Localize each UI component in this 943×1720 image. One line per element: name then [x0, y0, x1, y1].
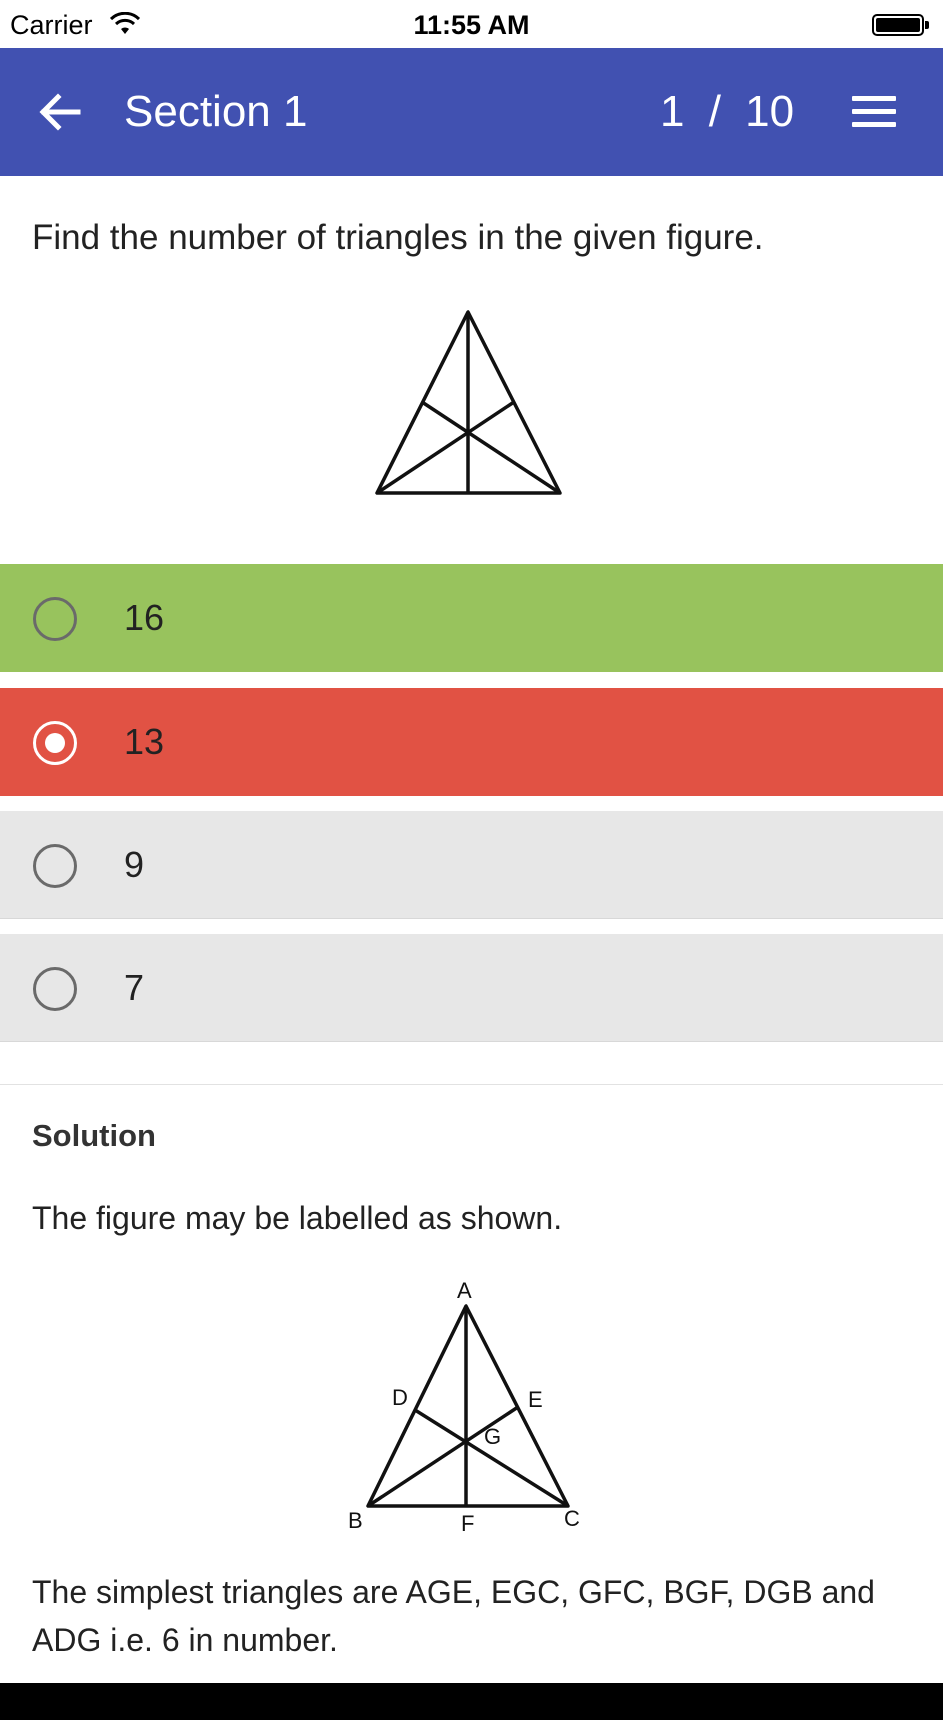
hamburger-menu-icon[interactable]	[852, 96, 898, 130]
label-g: G	[484, 1424, 501, 1449]
radio-button[interactable]	[33, 597, 77, 641]
battery-icon	[872, 14, 924, 36]
label-f: F	[461, 1511, 474, 1536]
option-label: 13	[124, 721, 165, 762]
divider	[0, 1084, 943, 1085]
labelled-triangle-figure: A D E G B F C	[348, 1278, 580, 1536]
page-title: Section 1	[124, 87, 308, 136]
arrow-left-icon[interactable]	[34, 86, 86, 138]
solution-heading: Solution	[32, 1118, 156, 1153]
question-counter: 1 / 10	[660, 87, 795, 136]
option-4[interactable]: 7	[0, 934, 943, 1042]
option-1[interactable]: 16	[0, 564, 943, 672]
triangle-figure	[375, 310, 562, 495]
label-b: B	[348, 1508, 363, 1533]
solution-intro: The figure may be labelled as shown.	[32, 1200, 563, 1236]
battery-tip	[925, 21, 929, 29]
option-2[interactable]: 13	[0, 688, 943, 796]
app-bar: Section 1 1 / 10	[0, 48, 943, 176]
status-bar: Carrier 11:55 AM	[0, 0, 943, 48]
option-label: 16	[124, 597, 165, 638]
label-d: D	[392, 1385, 408, 1410]
radio-button-selected[interactable]	[33, 721, 77, 765]
status-time: 11:55 AM	[413, 10, 530, 40]
app-screen: Carrier 11:55 AM Section 1 1 / 10 Find t…	[0, 0, 943, 1683]
option-label: 9	[124, 844, 145, 885]
label-a: A	[457, 1278, 472, 1303]
label-c: C	[564, 1506, 580, 1531]
radio-button[interactable]	[33, 844, 77, 888]
radio-button[interactable]	[33, 967, 77, 1011]
label-e: E	[528, 1387, 543, 1412]
option-label: 7	[124, 967, 145, 1008]
solution-explanation: The simplest triangles are AGE, EGC, GFC…	[32, 1574, 875, 1658]
option-3[interactable]: 9	[0, 811, 943, 919]
question-text: Find the number of triangles in the give…	[32, 218, 764, 257]
